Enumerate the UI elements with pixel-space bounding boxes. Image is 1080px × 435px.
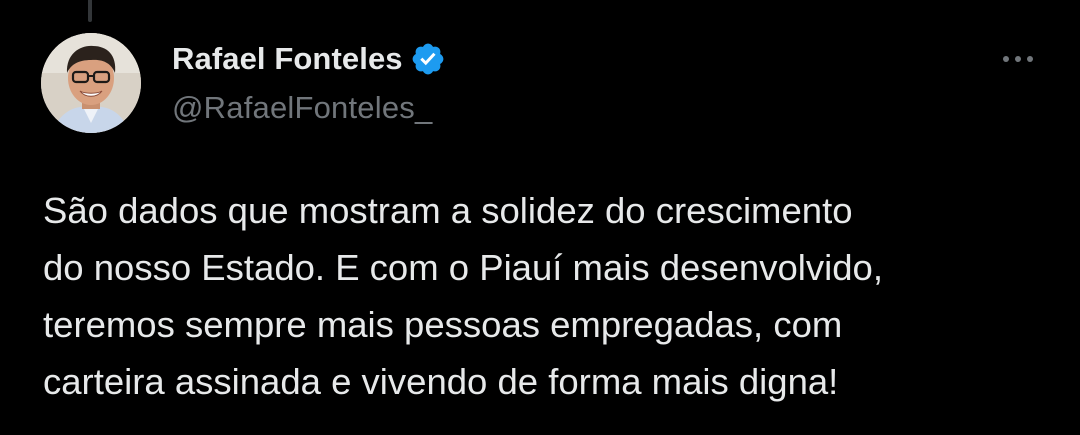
avatar[interactable] (41, 33, 141, 133)
tweet-text-line: do nosso Estado. E com o Piauí mais dese… (43, 247, 883, 288)
more-options-icon[interactable] (998, 44, 1038, 74)
author-display-name[interactable]: Rafael Fonteles (172, 41, 403, 77)
more-dot (1003, 56, 1009, 62)
tweet-text-line: carteira assinada e vivendo de forma mai… (43, 361, 839, 402)
tweet-text-line: teremos sempre mais pessoas empregadas, … (43, 304, 843, 345)
tweet-text-line: São dados que mostram a solidez do cresc… (43, 190, 853, 231)
more-dot (1015, 56, 1021, 62)
author-handle[interactable]: @RafaelFonteles_ (172, 90, 446, 126)
avatar-image (41, 33, 141, 133)
tweet-text: São dados que mostram a solidez do cresc… (43, 182, 1053, 410)
thread-connector-line (88, 0, 92, 22)
verified-badge-icon (410, 41, 446, 77)
name-row: Rafael Fonteles (172, 38, 446, 80)
tweet-header: Rafael Fonteles @RafaelFonteles_ (172, 38, 446, 126)
more-dot (1027, 56, 1033, 62)
